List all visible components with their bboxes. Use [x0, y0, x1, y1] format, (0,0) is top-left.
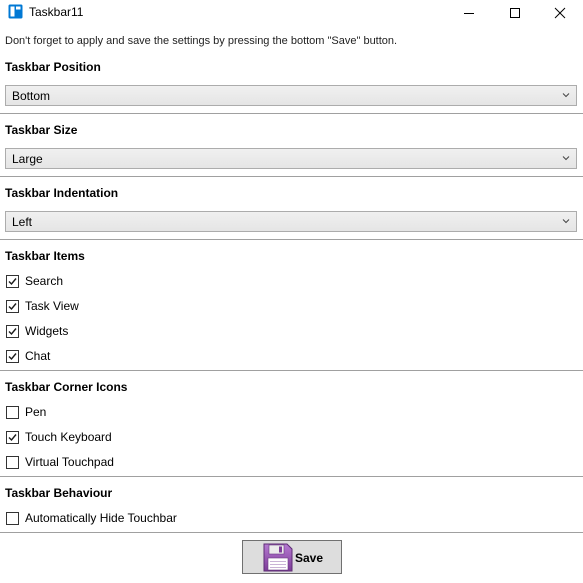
checkbox-label: Search — [25, 274, 64, 288]
maximize-button[interactable] — [492, 0, 538, 26]
checkbox-pen[interactable]: Pen — [6, 404, 46, 420]
checkbox-box[interactable] — [6, 299, 19, 313]
checkbox-auto-hide[interactable]: Automatically Hide Touchbar — [6, 510, 177, 526]
checkbox-box[interactable] — [6, 511, 19, 525]
checkbox-box[interactable] — [6, 274, 19, 288]
save-button-label: Save — [295, 551, 324, 565]
title-bar[interactable]: Taskbar11 — [0, 0, 583, 26]
checkbox-touch-keyboard[interactable]: Touch Keyboard — [6, 429, 112, 445]
divider — [0, 532, 583, 533]
minimize-icon — [464, 13, 474, 14]
minimize-button[interactable] — [446, 0, 492, 26]
section-title-corner-icons: Taskbar Corner Icons — [5, 380, 128, 394]
checkbox-label: Touch Keyboard — [25, 430, 112, 444]
checkbox-box[interactable] — [6, 324, 19, 338]
section-title-indentation: Taskbar Indentation — [5, 186, 119, 200]
checkbox-label: Task View — [25, 299, 79, 313]
checkbox-chat[interactable]: Chat — [6, 348, 50, 364]
checkbox-label: Pen — [25, 405, 47, 419]
checkbox-box[interactable] — [6, 405, 19, 419]
floppy-disk-icon — [263, 543, 293, 572]
divider — [0, 176, 583, 177]
checkbox-box[interactable] — [6, 430, 19, 444]
app-icon — [8, 4, 23, 19]
section-title-position: Taskbar Position — [5, 60, 101, 74]
checkmark-icon — [8, 433, 17, 441]
chevron-down-icon — [562, 156, 570, 161]
section-title-size: Taskbar Size — [5, 123, 78, 137]
save-button[interactable]: Save — [242, 540, 342, 574]
position-dropdown[interactable]: Bottom — [5, 85, 577, 106]
divider — [0, 113, 583, 114]
checkbox-label: Chat — [25, 349, 51, 363]
checkmark-icon — [8, 352, 17, 360]
chevron-down-icon — [562, 219, 570, 224]
checkmark-icon — [8, 327, 17, 335]
size-selected-value: Large — [12, 152, 43, 166]
indentation-dropdown[interactable]: Left — [5, 211, 577, 232]
position-selected-value: Bottom — [12, 89, 51, 103]
indentation-selected-value: Left — [12, 215, 33, 229]
checkbox-virtual-touchpad[interactable]: Virtual Touchpad — [6, 454, 114, 470]
window-title: Taskbar11 — [29, 5, 84, 19]
close-icon — [554, 7, 566, 19]
close-button[interactable] — [537, 0, 583, 26]
checkbox-widgets[interactable]: Widgets — [6, 323, 68, 339]
chevron-down-icon — [562, 93, 570, 98]
section-title-items: Taskbar Items — [5, 249, 85, 263]
size-dropdown[interactable]: Large — [5, 148, 577, 169]
checkmark-icon — [8, 277, 17, 285]
divider — [0, 239, 583, 240]
divider — [0, 476, 583, 477]
checkbox-label: Virtual Touchpad — [25, 455, 114, 469]
divider — [0, 370, 583, 371]
save-hint-text: Don't forget to apply and save the setti… — [5, 35, 398, 47]
section-title-behaviour: Taskbar Behaviour — [5, 486, 113, 500]
checkbox-task-view[interactable]: Task View — [6, 298, 79, 314]
checkbox-search[interactable]: Search — [6, 273, 63, 289]
checkbox-box[interactable] — [6, 455, 19, 469]
checkmark-icon — [8, 302, 17, 310]
maximize-icon — [510, 8, 520, 18]
checkbox-box[interactable] — [6, 349, 19, 363]
checkbox-label: Automatically Hide Touchbar — [25, 511, 177, 525]
checkbox-label: Widgets — [25, 324, 69, 338]
